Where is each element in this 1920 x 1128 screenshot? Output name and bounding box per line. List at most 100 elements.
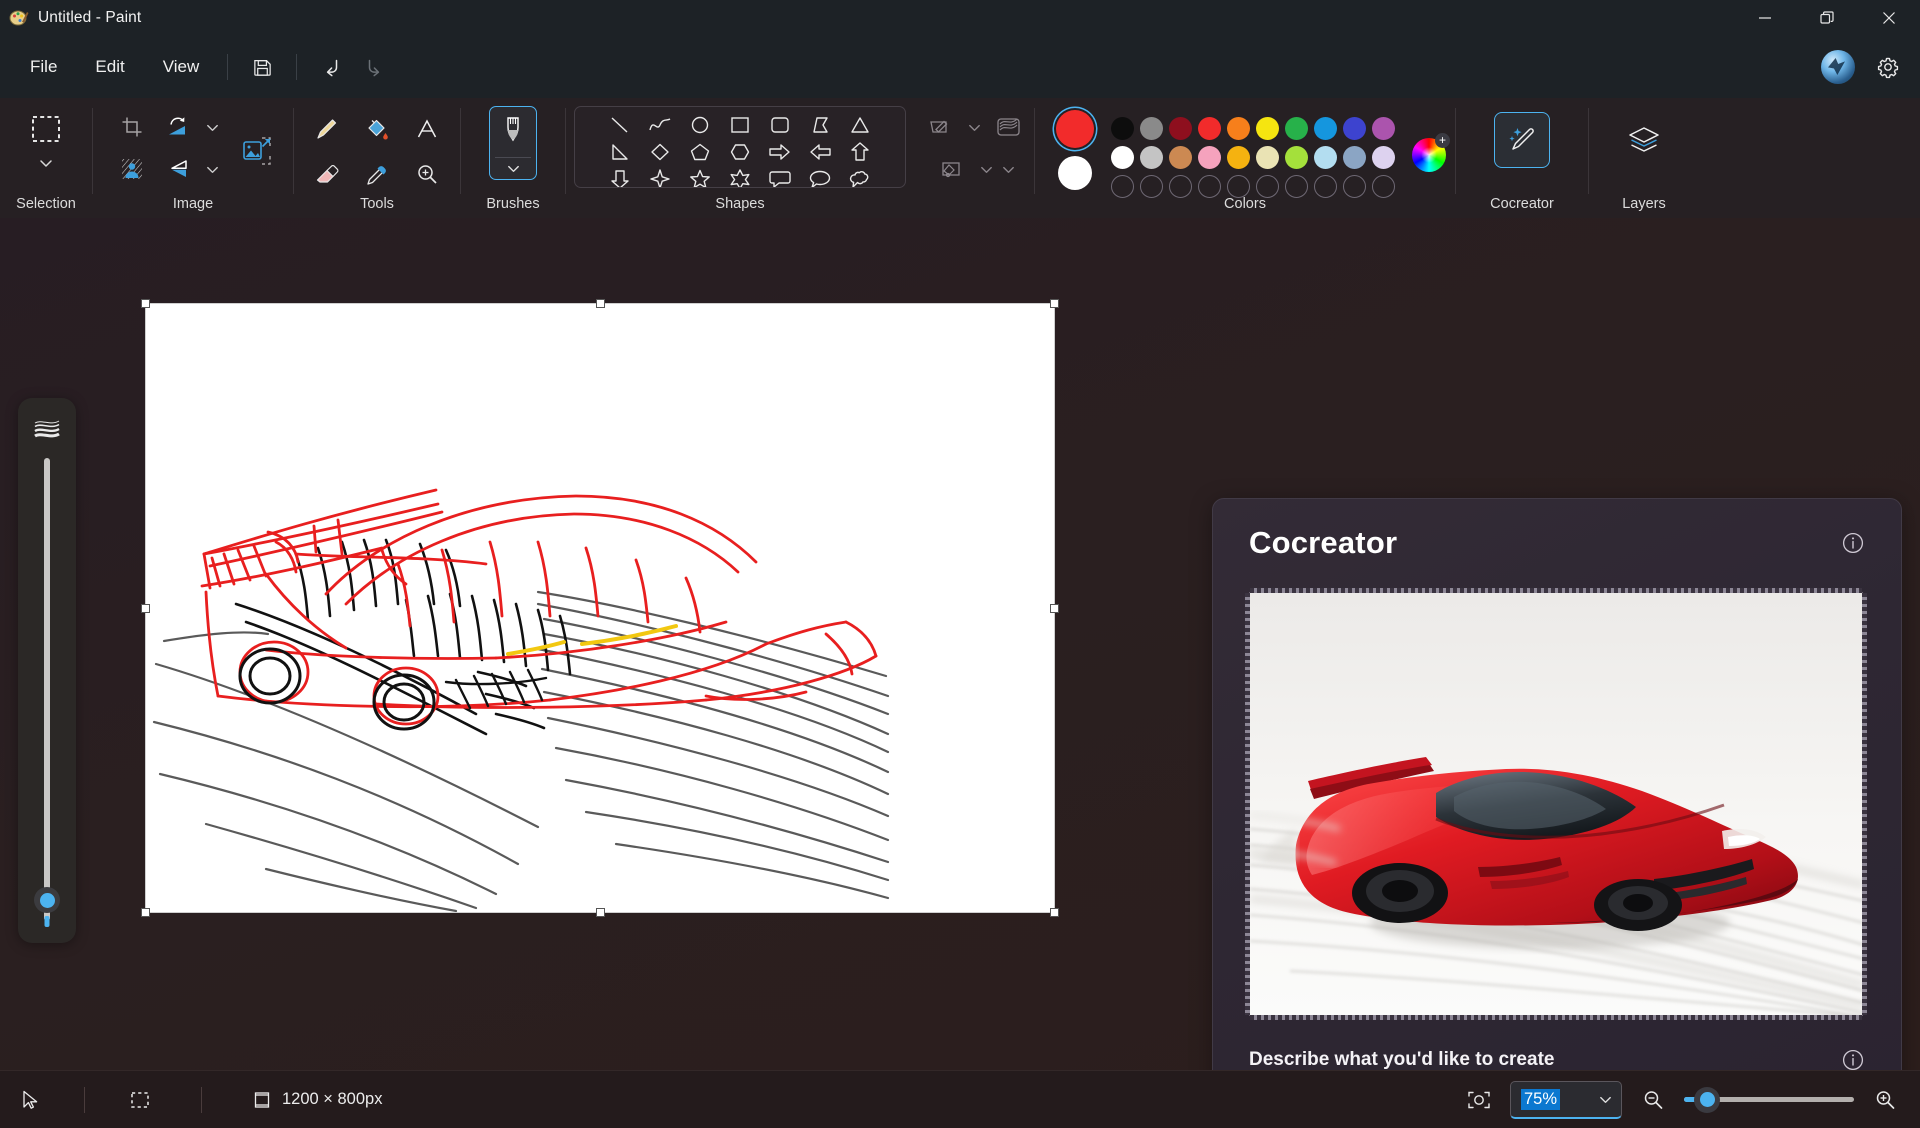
- color-swatch-r1-c8[interactable]: [1314, 117, 1337, 140]
- close-button[interactable]: [1858, 0, 1920, 36]
- menu-view[interactable]: View: [147, 48, 216, 86]
- color-swatch-cell[interactable]: [1282, 143, 1311, 172]
- primary-color-swatch[interactable]: [1056, 110, 1094, 148]
- canvas-handle-nw[interactable]: [141, 299, 150, 308]
- text-button[interactable]: [402, 106, 452, 152]
- color-swatch-cell[interactable]: [1137, 114, 1166, 143]
- shape-outline-button[interactable]: [917, 106, 963, 148]
- shape-right-arrow[interactable]: [760, 138, 800, 165]
- resize-image-button[interactable]: [231, 125, 283, 177]
- menu-file[interactable]: File: [14, 48, 73, 86]
- shape-triangle[interactable]: [840, 111, 880, 138]
- canvas-handle-s[interactable]: [596, 908, 605, 917]
- remove-background-button[interactable]: [109, 148, 155, 190]
- color-swatch-r1-c1[interactable]: [1111, 117, 1134, 140]
- color-swatch-cell[interactable]: [1195, 143, 1224, 172]
- color-swatch-r1-c9[interactable]: [1343, 117, 1366, 140]
- shape-six-point-star[interactable]: [720, 165, 760, 187]
- color-swatch-r1-c5[interactable]: [1227, 117, 1250, 140]
- shape-left-arrow[interactable]: [800, 138, 840, 165]
- color-swatch-r1-c10[interactable]: [1372, 117, 1395, 140]
- redo-button[interactable]: [353, 48, 397, 86]
- color-swatch-cell[interactable]: [1282, 114, 1311, 143]
- color-swatch-cell[interactable]: [1224, 143, 1253, 172]
- color-swatch-r1-c2[interactable]: [1140, 117, 1163, 140]
- color-swatch-r1-c7[interactable]: [1285, 117, 1308, 140]
- magnifier-button[interactable]: [402, 152, 452, 198]
- color-swatch-r2-c8[interactable]: [1314, 146, 1337, 169]
- flip-button[interactable]: [155, 148, 201, 190]
- color-swatch-r3-c9[interactable]: [1343, 175, 1366, 198]
- color-swatch-r2-c10[interactable]: [1372, 146, 1395, 169]
- maximize-button[interactable]: [1796, 0, 1858, 36]
- color-swatch-r1-c4[interactable]: [1198, 117, 1221, 140]
- shape-fill-chevron-down-icon[interactable]: [975, 148, 997, 190]
- shape-hexagon[interactable]: [720, 138, 760, 165]
- canvas-handle-ne[interactable]: [1050, 299, 1059, 308]
- undo-button[interactable]: [309, 48, 353, 86]
- zoom-level-select[interactable]: 75%: [1510, 1080, 1622, 1119]
- shape-rounded-callout[interactable]: [760, 165, 800, 187]
- zoom-slider-thumb[interactable]: [1694, 1086, 1720, 1113]
- color-swatch-r3-c2[interactable]: [1140, 175, 1163, 198]
- shape-right-triangle[interactable]: [600, 138, 640, 165]
- shape-polygon[interactable]: [800, 111, 840, 138]
- secondary-color-swatch[interactable]: [1058, 156, 1092, 190]
- shape-rectangle[interactable]: [720, 111, 760, 138]
- canvas-handle-sw[interactable]: [141, 908, 150, 917]
- color-swatch-r3-c1[interactable]: [1111, 175, 1134, 198]
- color-swatch-r2-c1[interactable]: [1111, 146, 1134, 169]
- brush-size-thumb[interactable]: [34, 887, 60, 913]
- color-swatch-r2-c7[interactable]: [1285, 146, 1308, 169]
- shapes-gallery[interactable]: [574, 106, 906, 188]
- color-swatch-cell[interactable]: [1253, 114, 1282, 143]
- selection-tool-button[interactable]: [23, 106, 69, 152]
- color-swatch-cell[interactable]: [1166, 114, 1195, 143]
- copilot-button[interactable]: [1816, 48, 1860, 86]
- pencil-button[interactable]: [302, 106, 352, 152]
- settings-button[interactable]: [1866, 48, 1910, 86]
- cocreator-button[interactable]: [1494, 112, 1550, 168]
- shape-down-arrow[interactable]: [600, 165, 640, 187]
- color-swatch-cell[interactable]: [1311, 143, 1340, 172]
- brush-size-panel[interactable]: [18, 398, 76, 943]
- canvas-handle-e[interactable]: [1050, 604, 1059, 613]
- brushes-dropdown-chevron-down-icon[interactable]: [506, 158, 521, 179]
- color-swatch-r1-c6[interactable]: [1256, 117, 1279, 140]
- color-swatch-cell[interactable]: [1253, 143, 1282, 172]
- rotate-dropdown-chevron-down-icon[interactable]: [201, 106, 223, 148]
- color-swatch-r2-c2[interactable]: [1140, 146, 1163, 169]
- zoom-slider[interactable]: [1684, 1086, 1854, 1113]
- drawing-canvas[interactable]: [146, 304, 1054, 912]
- prompt-info-icon[interactable]: [1841, 1048, 1865, 1072]
- fit-to-window-button[interactable]: [1462, 1083, 1496, 1117]
- shape-style-button[interactable]: [985, 106, 1031, 148]
- color-swatch-cell[interactable]: [1224, 114, 1253, 143]
- color-swatch-r2-c3[interactable]: [1169, 146, 1192, 169]
- edit-colors-button[interactable]: +: [1412, 108, 1450, 172]
- shape-line[interactable]: [600, 111, 640, 138]
- shape-four-point-star[interactable]: [640, 165, 680, 187]
- color-swatch-r3-c5[interactable]: [1227, 175, 1250, 198]
- color-swatch-r3-c7[interactable]: [1285, 175, 1308, 198]
- canvas-handle-se[interactable]: [1050, 908, 1059, 917]
- color-swatch-r3-c10[interactable]: [1372, 175, 1395, 198]
- shape-oval[interactable]: [680, 111, 720, 138]
- rotate-button[interactable]: [155, 106, 201, 148]
- shape-diamond[interactable]: [640, 138, 680, 165]
- brush-size-slider[interactable]: [34, 458, 60, 927]
- brushes-button[interactable]: [489, 106, 537, 180]
- color-swatch-r3-c4[interactable]: [1198, 175, 1221, 198]
- layers-button[interactable]: [1616, 112, 1672, 168]
- color-swatch-r2-c4[interactable]: [1198, 146, 1221, 169]
- shape-five-point-star[interactable]: [680, 165, 720, 187]
- color-swatch-cell[interactable]: [1369, 143, 1398, 172]
- color-swatch-cell[interactable]: [1166, 143, 1195, 172]
- color-swatch-cell[interactable]: [1108, 114, 1137, 143]
- menu-edit[interactable]: Edit: [79, 48, 140, 86]
- minimize-button[interactable]: [1734, 0, 1796, 36]
- eyedropper-button[interactable]: [352, 152, 402, 198]
- shape-oval-callout[interactable]: [800, 165, 840, 187]
- cocreator-info-icon[interactable]: [1841, 531, 1865, 555]
- color-swatch-r1-c3[interactable]: [1169, 117, 1192, 140]
